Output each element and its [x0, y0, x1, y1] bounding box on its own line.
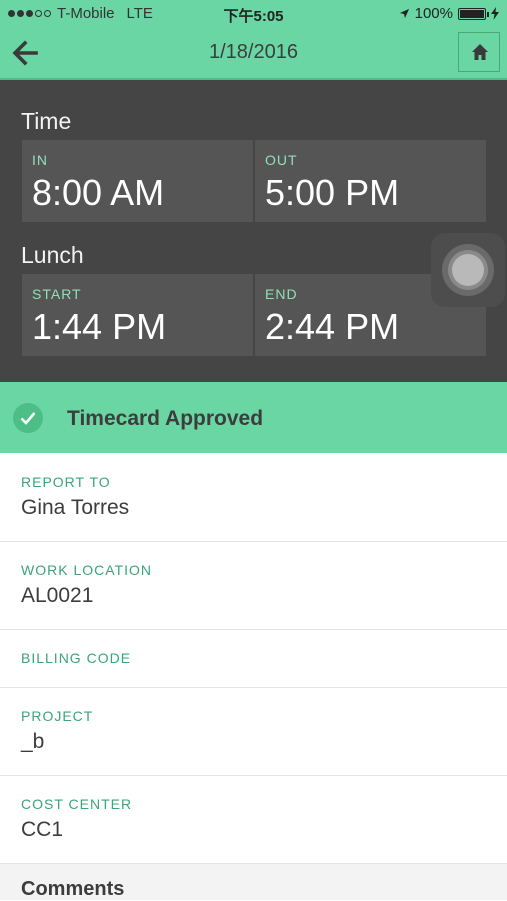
report-to-field: REPORT TO Gina Torres [0, 453, 507, 542]
lunch-start-value: 1:44 PM [32, 306, 167, 347]
report-to-label: REPORT TO [21, 474, 111, 490]
work-location-field: WORK LOCATION AL0021 [0, 542, 507, 630]
cost-center-value: CC1 [21, 818, 64, 841]
time-out-label: OUT [265, 152, 298, 168]
project-value: _b [21, 730, 45, 753]
check-circle-icon [13, 403, 43, 433]
approval-banner: Timecard Approved [0, 382, 507, 453]
time-in-cell[interactable]: IN 8:00 AM [22, 140, 253, 222]
battery-icon [458, 7, 489, 20]
lunch-end-value: 2:44 PM [265, 306, 400, 347]
time-out-cell[interactable]: OUT 5:00 PM [255, 140, 486, 222]
assistive-touch-button[interactable] [431, 233, 505, 307]
cost-center-label: COST CENTER [21, 796, 133, 812]
project-label: PROJECT [21, 708, 94, 724]
page-title: 1/18/2016 [209, 41, 298, 63]
lunch-end-label: END [265, 286, 298, 302]
work-location-value: AL0021 [21, 584, 94, 607]
charging-bolt-icon [491, 7, 499, 20]
cost-center-field: COST CENTER CC1 [0, 776, 507, 864]
approval-status-text: Timecard Approved [67, 407, 264, 430]
time-in-label: IN [32, 152, 48, 168]
time-heading: Time [21, 108, 72, 134]
work-location-label: WORK LOCATION [21, 562, 152, 578]
report-to-value: Gina Torres [21, 496, 130, 519]
nav-bar: 1/18/2016 [0, 28, 507, 80]
lunch-start-cell[interactable]: START 1:44 PM [22, 274, 253, 356]
lunch-heading: Lunch [21, 242, 84, 268]
comments-section: Comments [0, 864, 507, 900]
time-panel: Time IN 8:00 AM OUT 5:00 PM Lunch START … [0, 80, 507, 382]
time-in-value: 8:00 AM [32, 172, 165, 213]
battery-percent: 100% [414, 5, 453, 22]
status-bar: T-Mobile LTE 下午5:05 100% [0, 0, 507, 28]
home-icon [472, 44, 488, 60]
lunch-start-label: START [32, 286, 82, 302]
home-button[interactable] [458, 32, 500, 72]
billing-code-label: BILLING CODE [21, 650, 132, 666]
billing-code-field: BILLING CODE [0, 630, 507, 688]
project-field: PROJECT _b [0, 688, 507, 776]
comments-title: Comments [21, 878, 125, 900]
location-arrow-icon [399, 8, 409, 19]
status-right: 100% [399, 5, 499, 22]
time-out-value: 5:00 PM [265, 172, 400, 213]
